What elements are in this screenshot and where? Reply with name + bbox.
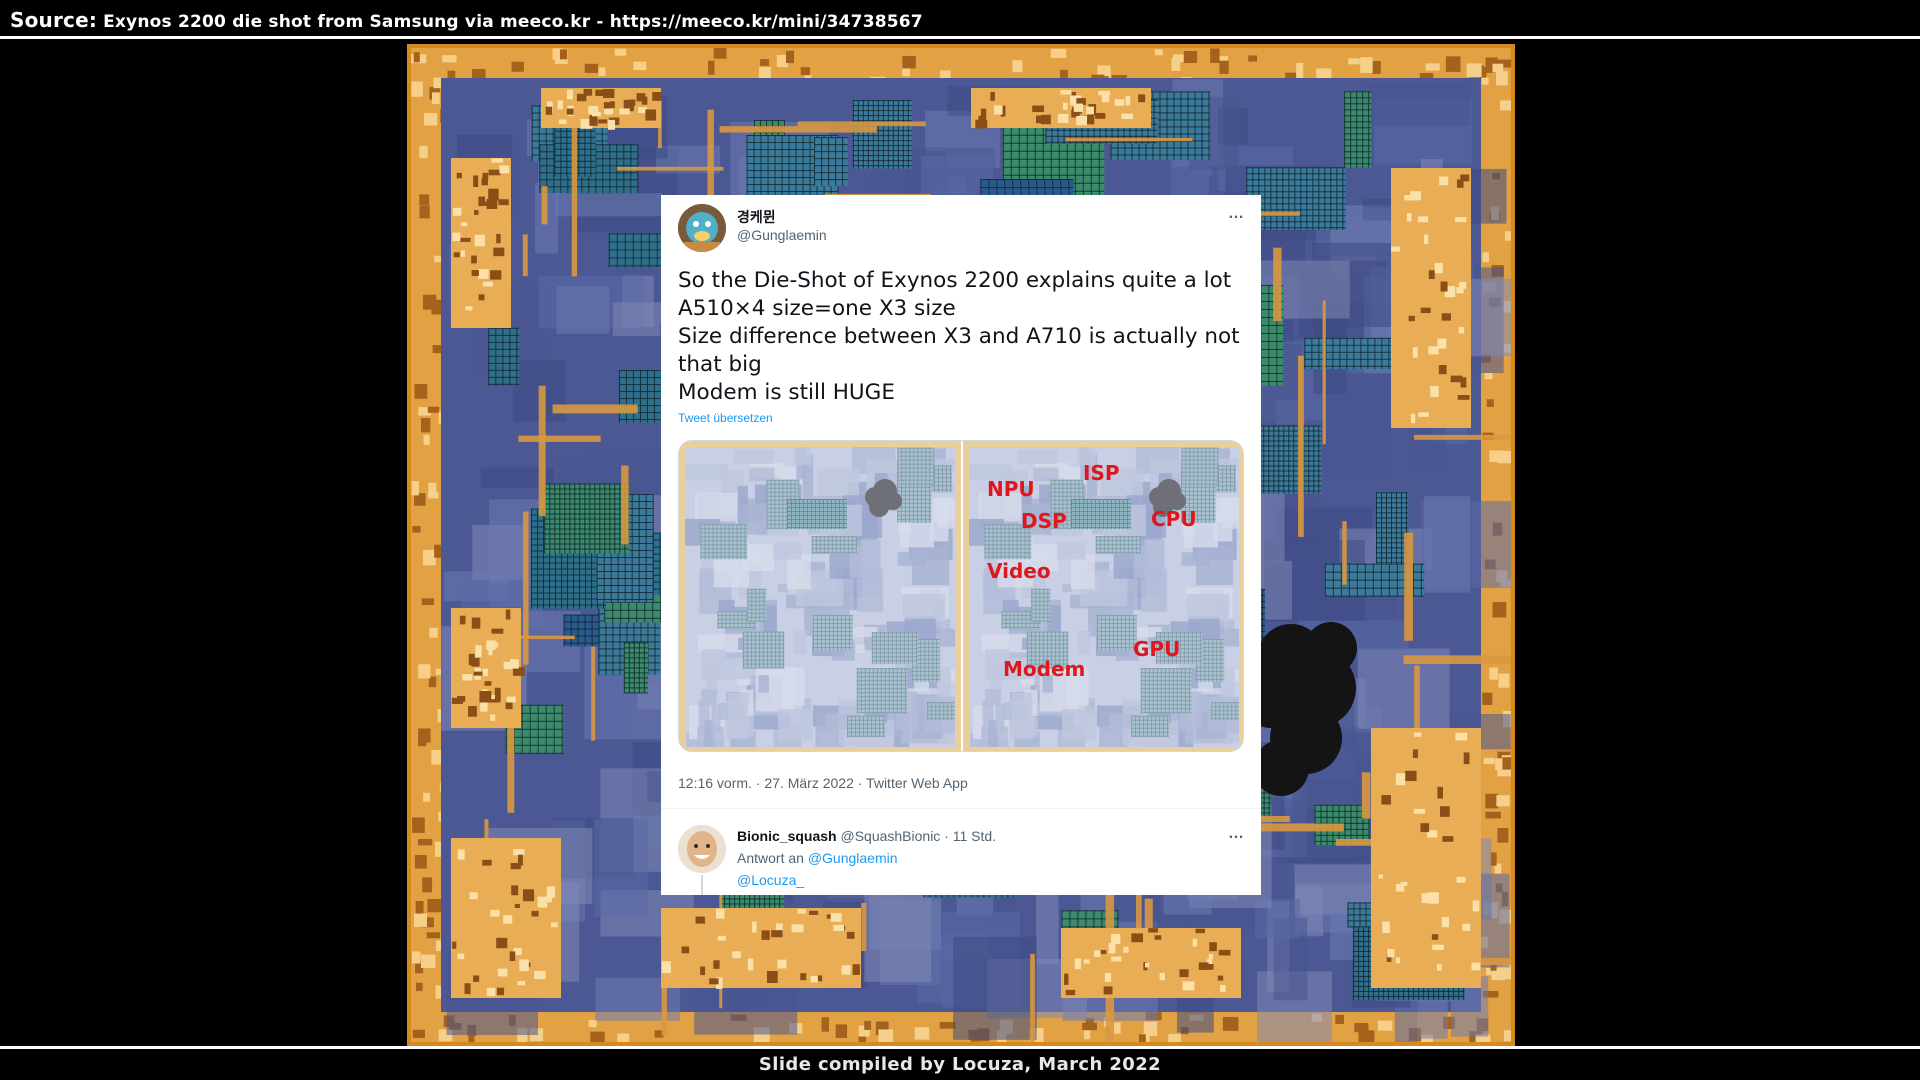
author-name[interactable]: 경케뮌	[737, 207, 776, 227]
author-avatar-icon	[678, 204, 726, 252]
tweet-card: 경케뮌 @Gunglaemin … So the Die-Shot of Exy…	[661, 195, 1261, 895]
source-text: Exynos 2200 die shot from Samsung via me…	[103, 12, 923, 32]
label-video: Video	[987, 559, 1051, 583]
header-bar: Source: Exynos 2200 die shot from Samsung…	[0, 0, 1920, 38]
reply-time[interactable]: · 11 Std.	[944, 828, 996, 844]
reply-author: Bionic_squash @SquashBionic · 11 Std.	[737, 828, 996, 844]
label-dsp: DSP	[1021, 509, 1067, 533]
more-options-icon[interactable]: …	[1228, 205, 1245, 223]
reply-to-mention-1[interactable]: @Gunglaemin	[808, 850, 898, 866]
author-avatar[interactable]	[678, 204, 726, 252]
label-npu: NPU	[987, 477, 1035, 501]
footer-divider	[0, 1046, 1920, 1049]
tweet-line: that big	[678, 352, 762, 377]
label-gpu: GPU	[1133, 637, 1181, 661]
author-handle[interactable]: @Gunglaemin	[737, 227, 827, 243]
tweet-media[interactable]: NPU ISP DSP CPU Video GPU Modem	[678, 440, 1244, 752]
reply-author-name[interactable]: Bionic_squash	[737, 828, 837, 844]
translate-link[interactable]: Tweet übersetzen	[678, 411, 773, 425]
die-thumbnail-left	[679, 441, 961, 751]
label-cpu: CPU	[1151, 507, 1197, 531]
tweet-timestamp[interactable]: 12:16 vorm. · 27. März 2022 · Twitter We…	[678, 775, 968, 791]
reply-avatar-icon	[678, 825, 726, 873]
reply-avatar[interactable]	[678, 825, 726, 873]
reply-to-prefix: Antwort an	[737, 850, 804, 866]
tweet-text: So the Die-Shot of Exynos 2200 explains …	[678, 267, 1248, 407]
thread-line	[701, 875, 703, 895]
slide-credit: Slide compiled by Locuza, March 2022	[758, 1054, 1162, 1075]
tweet-divider	[661, 808, 1261, 809]
reply-to-line-2: @Locuza_	[737, 872, 804, 888]
tweet-line: Size difference between X3 and A710 is a…	[678, 324, 1240, 349]
tweet-line: A510×4 size=one X3 size	[678, 296, 956, 321]
header-divider	[0, 36, 1920, 39]
tweet-line: So the Die-Shot of Exynos 2200 explains …	[678, 268, 1232, 293]
label-isp: ISP	[1083, 461, 1120, 485]
label-modem: Modem	[1003, 657, 1086, 681]
reply-to-line: Antwort an @Gunglaemin	[737, 850, 898, 866]
media-image-right[interactable]: NPU ISP DSP CPU Video GPU Modem	[963, 441, 1243, 751]
media-image-left[interactable]	[679, 441, 961, 751]
reply-author-handle[interactable]: @SquashBionic	[840, 828, 940, 844]
source-caption: Source: Exynos 2200 die shot from Samsung…	[10, 8, 923, 32]
tweet-line: Modem is still HUGE	[678, 380, 895, 405]
reply-to-mention-2[interactable]: @Locuza_	[737, 872, 804, 888]
reply-more-options-icon[interactable]: …	[1228, 825, 1245, 843]
source-label: Source:	[10, 8, 98, 32]
